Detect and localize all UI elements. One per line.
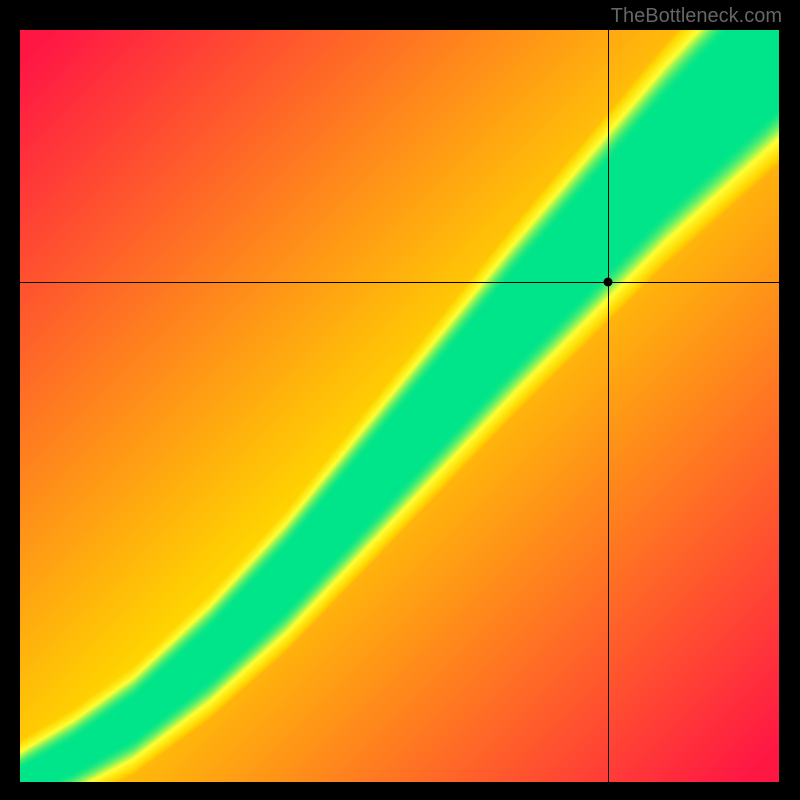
crosshair-horizontal: [20, 282, 779, 283]
data-point-marker: [604, 277, 613, 286]
heatmap-canvas: [20, 30, 779, 782]
heatmap-plot: [20, 30, 779, 782]
crosshair-vertical: [608, 30, 609, 782]
watermark-text: TheBottleneck.com: [611, 5, 782, 28]
